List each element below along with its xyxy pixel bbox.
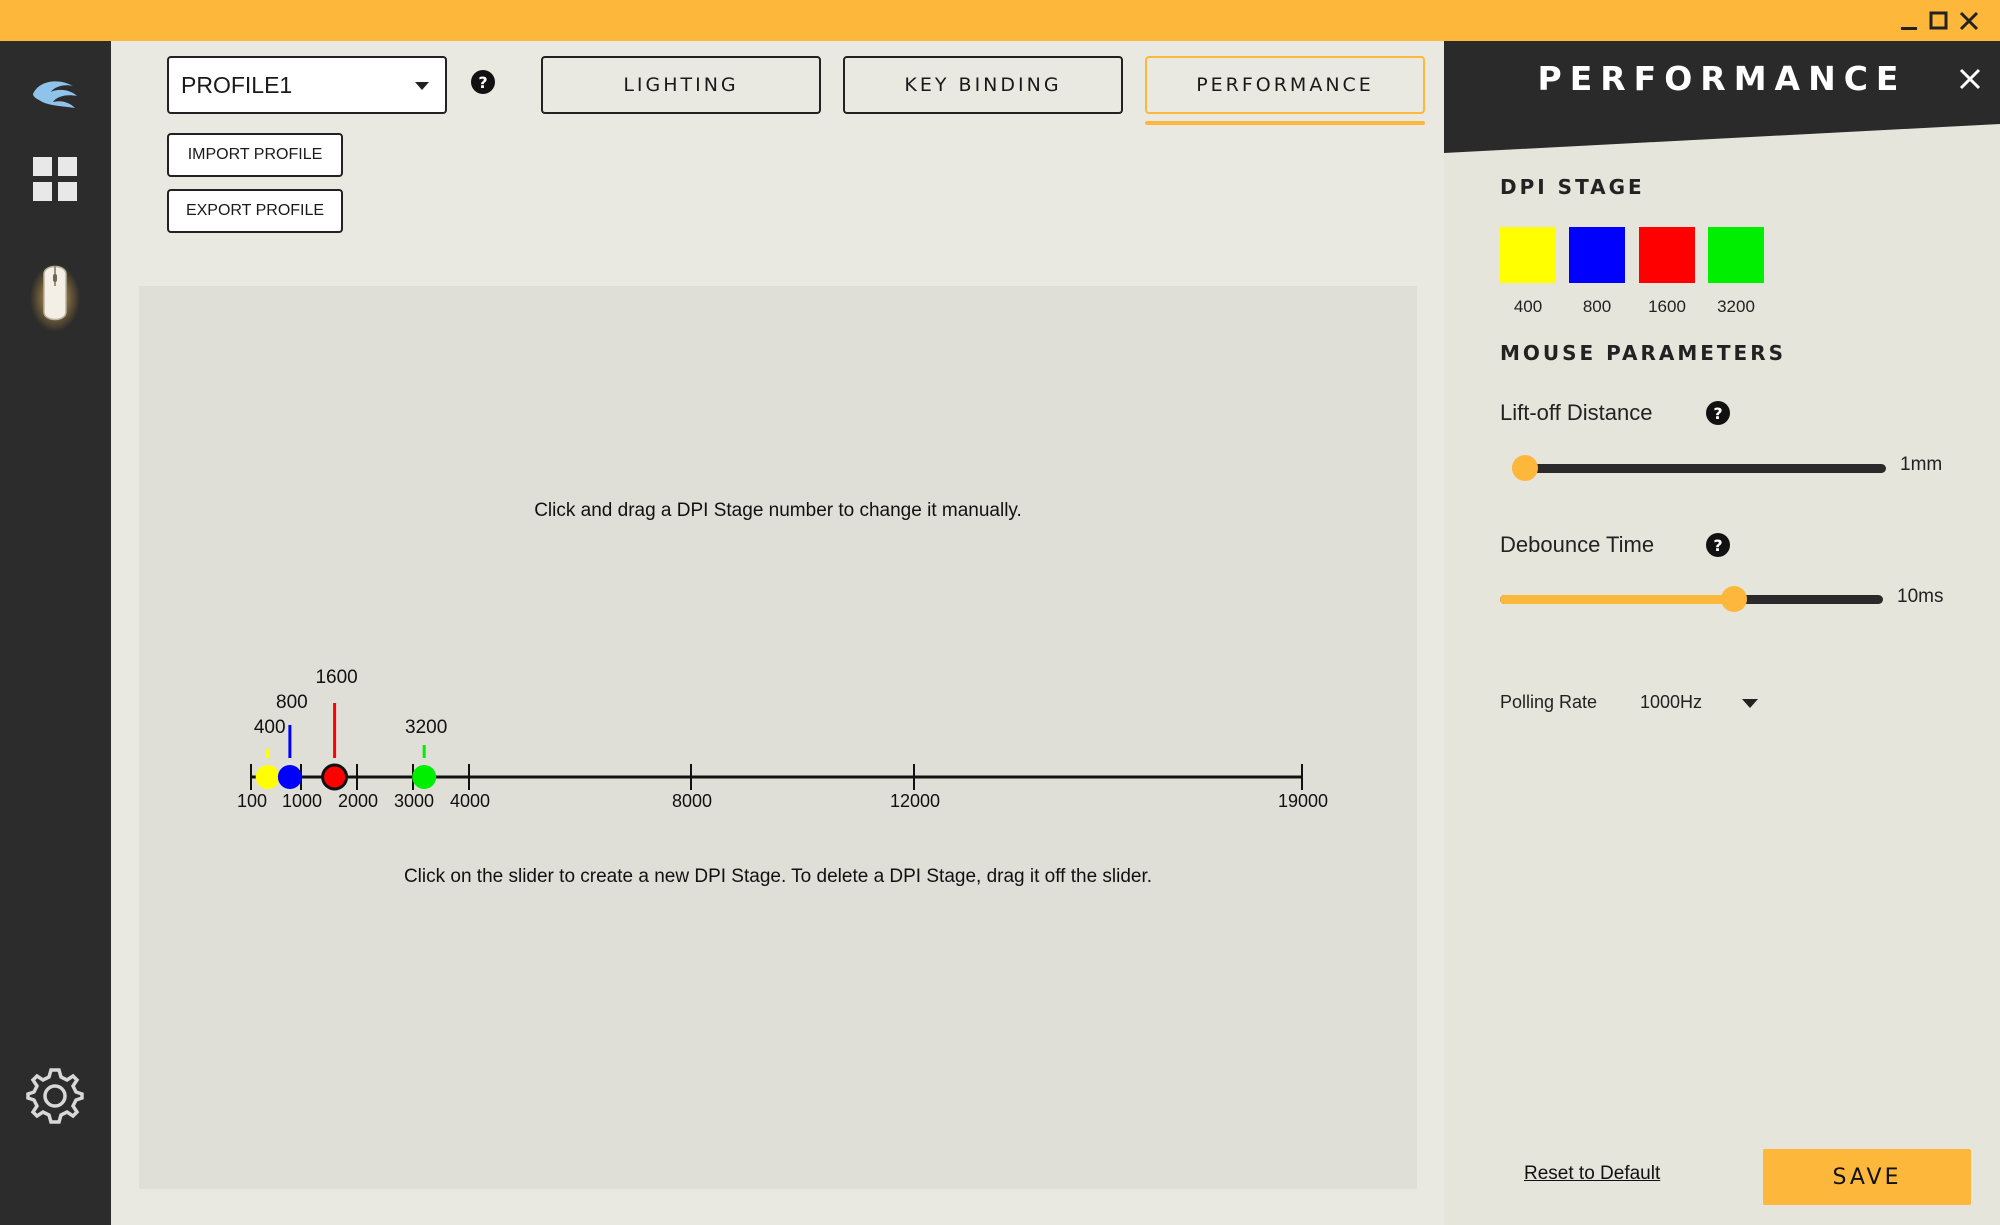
- mouse-parameters-heading: MOUSE PARAMETERS: [1500, 341, 1787, 365]
- dpi-stage-handle-3200[interactable]: [412, 765, 437, 789]
- wave-logo-icon: [33, 81, 77, 108]
- active-tab-indicator: [1145, 121, 1425, 125]
- profile-dropdown[interactable]: PROFILE1: [167, 56, 447, 114]
- dpi-swatch-400[interactable]: [1500, 227, 1556, 283]
- dpi-swatch-label: 1600: [1648, 297, 1686, 316]
- profile-selected-value: PROFILE1: [181, 71, 293, 98]
- slider-knob[interactable]: [1512, 455, 1538, 481]
- dpi-slider[interactable]: 100 1000 2000 3000 4000 8000 12000 19000 400 800…: [139, 286, 1417, 1189]
- device-nav-mouse[interactable]: [22, 255, 88, 335]
- liftoff-distance-label: Lift-off Distance: [1500, 400, 1653, 425]
- dpi-swatch-3200[interactable]: [1708, 227, 1764, 283]
- dpi-swatch-1600[interactable]: [1639, 227, 1695, 283]
- gear-icon: [26, 1068, 84, 1124]
- dpi-scale-tick-label: 8000: [672, 791, 712, 811]
- brand-logo[interactable]: [22, 63, 88, 129]
- save-button[interactable]: SAVE: [1763, 1149, 1971, 1205]
- tab-label: KEY BINDING: [904, 74, 1062, 96]
- tab-performance[interactable]: PERFORMANCE: [1145, 56, 1425, 114]
- profile-help-icon[interactable]: ?: [471, 70, 495, 94]
- main-content: PROFILE1 ? LIGHTING KEY BINDING PERFORMA…: [111, 41, 1444, 1225]
- dpi-swatch-label: 3200: [1717, 297, 1755, 316]
- slider-fill: [1500, 595, 1734, 604]
- polling-rate-label: Polling Rate: [1500, 692, 1598, 712]
- close-icon[interactable]: [1956, 65, 1984, 93]
- close-window-icon[interactable]: [1956, 8, 1982, 34]
- dpi-hint-bottom: Click on the slider to create a new DPI …: [403, 866, 1153, 887]
- tab-label: PERFORMANCE: [1196, 74, 1374, 96]
- minimize-icon[interactable]: [1896, 8, 1922, 34]
- debounce-help-icon[interactable]: ?: [1706, 533, 1730, 557]
- liftoff-distance-slider[interactable]: [1512, 455, 1886, 481]
- chevron-down-icon: [415, 82, 429, 90]
- liftoff-help-icon[interactable]: ?: [1706, 401, 1730, 425]
- tab-label: LIGHTING: [623, 74, 739, 96]
- mouse-device-icon: [30, 264, 80, 332]
- dpi-stage-label-3200[interactable]: 3200: [405, 717, 447, 738]
- maximize-icon[interactable]: [1926, 8, 1952, 34]
- dpi-stage-handle-800[interactable]: [277, 765, 302, 789]
- dpi-stage-handle-400[interactable]: [255, 765, 280, 789]
- debounce-time-slider[interactable]: [1500, 586, 1883, 612]
- performance-sidebar: PERFORMANCE DPI STAGE 400 800 1600 3200 …: [1444, 41, 2000, 1225]
- dpi-stage-label-800[interactable]: 800: [276, 692, 308, 713]
- polling-rate-select[interactable]: 1000Hz: [1640, 692, 1702, 713]
- dpi-stage-handle-1600[interactable]: [321, 763, 349, 791]
- dashboard-nav[interactable]: [22, 146, 88, 212]
- tab-key-binding[interactable]: KEY BINDING: [843, 56, 1123, 114]
- dpi-scale-tick-label: 3000: [394, 791, 434, 811]
- debounce-time-label: Debounce Time: [1500, 532, 1655, 557]
- dpi-scale-tick-label: 12000: [890, 791, 940, 811]
- tab-lighting[interactable]: LIGHTING: [541, 56, 821, 114]
- dpi-stage-heading: DPI STAGE: [1500, 175, 1645, 199]
- dpi-editor-panel: Click and drag a DPI Stage number to cha…: [139, 286, 1417, 1189]
- settings-nav[interactable]: [22, 1061, 88, 1131]
- sidebar-title: PERFORMANCE: [1537, 59, 1907, 98]
- dpi-swatch-label: 800: [1582, 297, 1612, 316]
- left-nav-rail: [0, 41, 111, 1225]
- dpi-scale-tick-label: 2000: [338, 791, 378, 811]
- window-title-bar: [0, 0, 2000, 41]
- debounce-time-value: 10ms: [1897, 586, 1944, 607]
- dpi-swatch-label: 400: [1513, 297, 1543, 316]
- dpi-stage-label-1600[interactable]: 1600: [315, 667, 357, 688]
- slider-knob[interactable]: [1720, 586, 1747, 612]
- grid-icon: [33, 157, 77, 201]
- dpi-scale-tick-label: 100: [237, 791, 267, 811]
- dpi-scale-tick-label: 19000: [1278, 791, 1328, 811]
- chevron-down-icon[interactable]: [1742, 699, 1758, 708]
- export-profile-button[interactable]: EXPORT PROFILE: [167, 189, 343, 233]
- dpi-scale-tick-label: 1000: [282, 791, 322, 811]
- liftoff-distance-value: 1mm: [1900, 454, 1943, 475]
- dpi-scale-tick-label: 4000: [450, 791, 490, 811]
- dpi-stage-label-400[interactable]: 400: [254, 717, 286, 738]
- import-profile-button[interactable]: IMPORT PROFILE: [167, 133, 343, 177]
- dpi-swatch-800[interactable]: [1569, 227, 1625, 283]
- reset-to-default-link[interactable]: Reset to Default: [1524, 1163, 1660, 1185]
